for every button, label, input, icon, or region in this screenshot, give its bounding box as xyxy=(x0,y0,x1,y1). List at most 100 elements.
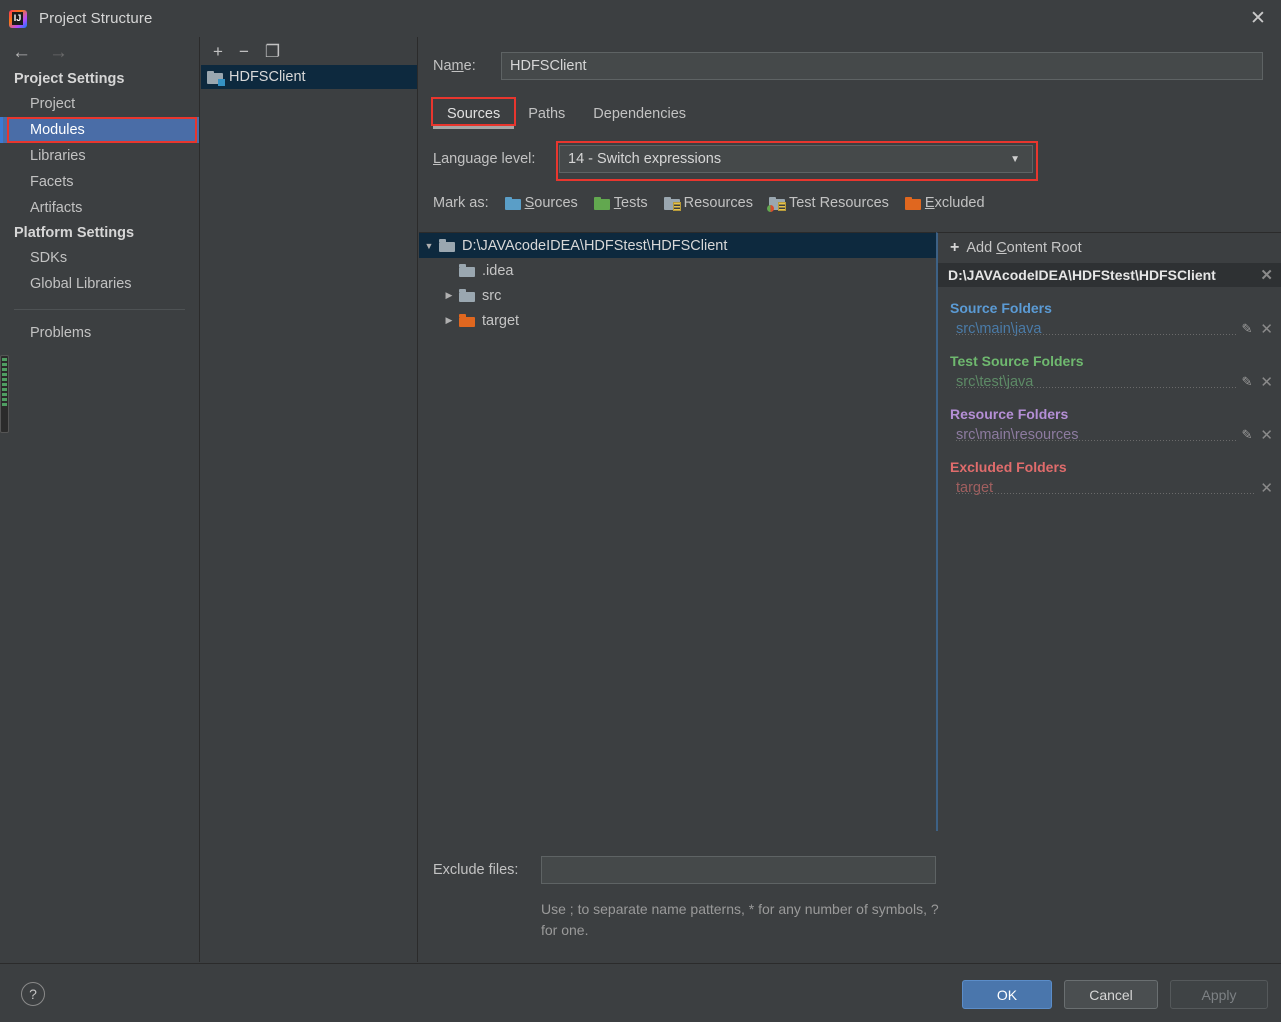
sidebar-item-project[interactable]: Project xyxy=(0,91,199,117)
sidebar-item-libraries[interactable]: Libraries xyxy=(0,143,199,169)
excluded-folder-path: target xyxy=(956,480,1260,496)
tree-row[interactable]: ▶ src xyxy=(419,283,936,308)
tree-row-label: target xyxy=(482,312,520,329)
module-tabs: Sources Paths Dependencies xyxy=(430,97,1281,129)
sidebar-item-sdks[interactable]: SDKs xyxy=(0,245,199,271)
exclude-files-hint: Use ; to separate name patterns, * for a… xyxy=(541,901,939,938)
remove-icon[interactable]: ✕ xyxy=(1260,479,1273,497)
chevron-right-icon[interactable]: ▶ xyxy=(439,290,459,301)
add-module-button[interactable]: + xyxy=(213,43,223,60)
mark-as-resources-label: Resources xyxy=(683,195,753,211)
tree-row[interactable]: ▼ D:\JAVAcodeIDEA\HDFStest\HDFSClient xyxy=(419,233,936,258)
forward-arrow-icon[interactable]: → xyxy=(49,43,68,62)
resources-folder-icon xyxy=(663,196,681,211)
help-button[interactable]: ? xyxy=(21,982,45,1006)
ok-button[interactable]: OK xyxy=(962,980,1052,1009)
content-root-header: D:\JAVAcodeIDEA\HDFStest\HDFSClient ✕ xyxy=(938,263,1281,287)
mark-as-sources[interactable]: Sources xyxy=(504,195,578,211)
edit-icon[interactable]: ✎ xyxy=(1242,374,1253,390)
module-list-item[interactable]: HDFSClient xyxy=(201,65,417,89)
language-level-select[interactable]: 14 - Switch expressions ▼ xyxy=(559,145,1033,173)
sidebar-divider xyxy=(14,309,185,310)
excluded-folder-icon xyxy=(904,196,921,210)
chevron-down-icon[interactable]: ▼ xyxy=(419,241,439,251)
module-name-input[interactable]: HDFSClient xyxy=(501,52,1263,80)
language-level-value: 14 - Switch expressions xyxy=(568,151,722,167)
back-arrow-icon[interactable]: ← xyxy=(12,43,31,62)
tree-row[interactable]: ▶ target xyxy=(419,308,936,333)
exclude-files-input[interactable] xyxy=(540,856,936,884)
mark-as-test-resources-label: Test Resources xyxy=(788,195,889,211)
sidebar-item-global-libraries[interactable]: Global Libraries xyxy=(0,271,199,297)
settings-sidebar: ← → Project Settings Project Modules Lib… xyxy=(0,37,200,962)
sources-folder-icon xyxy=(504,196,521,210)
excluded-folders-title: Excluded Folders xyxy=(950,459,1067,475)
module-toolbar: + − ❐ xyxy=(201,37,417,65)
test-source-folder-path: src\test\java xyxy=(956,374,1242,390)
mark-as-label: Mark as: xyxy=(433,195,489,211)
copy-module-button[interactable]: ❐ xyxy=(265,43,280,60)
source-folders-title: Source Folders xyxy=(950,300,1052,316)
mark-as-row: Mark as: Sources Tests Resources Test Re… xyxy=(433,195,1281,212)
mark-as-sources-label: Sources xyxy=(524,195,578,211)
folder-icon xyxy=(459,314,475,327)
chevron-down-icon: ▼ xyxy=(1010,153,1020,165)
source-folder-row[interactable]: src\main\java ✎ ✕ xyxy=(938,318,1281,340)
excluded-folder-row[interactable]: target ✕ xyxy=(938,477,1281,499)
module-list-item-label: HDFSClient xyxy=(229,69,306,85)
chevron-right-icon[interactable]: ▶ xyxy=(439,315,459,326)
tests-folder-icon xyxy=(593,196,610,210)
navigation-arrows: ← → xyxy=(0,37,199,67)
resource-folder-path: src\main\resources xyxy=(956,427,1242,443)
folder-icon xyxy=(459,264,475,277)
sidebar-item-problems[interactable]: Problems xyxy=(0,320,199,346)
module-name-label: Name: xyxy=(433,58,476,74)
mark-as-test-resources[interactable]: Test Resources xyxy=(766,195,889,212)
remove-icon[interactable]: ✕ xyxy=(1260,320,1273,338)
tab-paths[interactable]: Paths xyxy=(514,102,579,129)
tab-dependencies[interactable]: Dependencies xyxy=(579,102,700,129)
mark-as-excluded[interactable]: Excluded xyxy=(904,195,985,211)
editor-marker-strip xyxy=(0,355,9,433)
mark-as-tests[interactable]: Tests xyxy=(593,195,648,211)
apply-button[interactable]: Apply xyxy=(1170,980,1268,1009)
add-content-root-label: Add Content Root xyxy=(966,240,1082,256)
language-level-label: Language level: xyxy=(433,151,536,167)
module-folder-icon xyxy=(207,70,225,86)
resource-folder-row[interactable]: src\main\resources ✎ ✕ xyxy=(938,424,1281,446)
language-level-row: Language level: 14 - Switch expressions … xyxy=(433,141,1281,181)
exclude-files-row: Exclude files: xyxy=(419,856,936,884)
title-bar: IJ Project Structure ✕ xyxy=(0,0,1281,37)
remove-module-button[interactable]: − xyxy=(239,43,249,60)
edit-icon[interactable]: ✎ xyxy=(1242,427,1253,443)
remove-icon[interactable]: ✕ xyxy=(1260,373,1273,391)
cancel-button[interactable]: Cancel xyxy=(1064,980,1158,1009)
edit-icon[interactable]: ✎ xyxy=(1242,321,1253,337)
close-icon[interactable]: ✕ xyxy=(1235,0,1281,37)
plus-icon: + xyxy=(950,239,960,256)
content-root-path: D:\JAVAcodeIDEA\HDFStest\HDFSClient xyxy=(948,267,1216,283)
mark-as-resources[interactable]: Resources xyxy=(663,195,753,211)
sidebar-item-artifacts[interactable]: Artifacts xyxy=(0,195,199,221)
test-source-folders-title: Test Source Folders xyxy=(950,353,1084,369)
test-resources-folder-icon xyxy=(766,196,786,212)
sidebar-item-facets[interactable]: Facets xyxy=(0,169,199,195)
window-title: Project Structure xyxy=(39,10,153,27)
mark-as-excluded-label: Excluded xyxy=(924,195,985,211)
folder-icon xyxy=(459,289,475,302)
intellij-idea-icon: IJ xyxy=(9,9,27,28)
dialog-footer: ? OK Cancel Apply xyxy=(0,963,1281,1022)
remove-content-root-icon[interactable]: ✕ xyxy=(1260,266,1273,284)
remove-icon[interactable]: ✕ xyxy=(1260,426,1273,444)
module-list-panel: + − ❐ HDFSClient xyxy=(201,37,418,962)
content-root-panel: + Add Content Root D:\JAVAcodeIDEA\HDFSt… xyxy=(936,232,1281,831)
module-editor-panel: Name: HDFSClient Sources Paths Dependenc… xyxy=(419,37,1281,962)
tree-row[interactable]: .idea xyxy=(419,258,936,283)
tab-sources[interactable]: Sources xyxy=(430,97,517,129)
exclude-files-label: Exclude files: xyxy=(433,862,519,878)
test-source-folder-row[interactable]: src\test\java ✎ ✕ xyxy=(938,371,1281,393)
sidebar-item-modules[interactable]: Modules xyxy=(0,117,199,143)
tree-row-label: D:\JAVAcodeIDEA\HDFStest\HDFSClient xyxy=(462,237,728,254)
add-content-root-button[interactable]: + Add Content Root xyxy=(938,233,1281,263)
mark-as-tests-label: Tests xyxy=(613,195,648,211)
